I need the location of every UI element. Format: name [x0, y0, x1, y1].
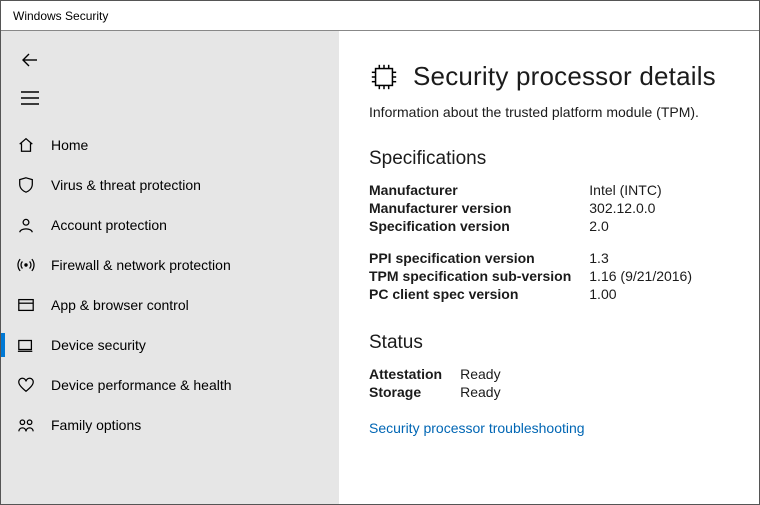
sidebar-item-label: App & browser control: [51, 297, 189, 313]
sidebar-item-family[interactable]: Family options: [1, 405, 339, 445]
sidebar-item-device-security[interactable]: Device security: [1, 325, 339, 365]
shield-icon: [17, 176, 51, 194]
firewall-icon: [17, 256, 51, 274]
home-icon: [17, 136, 51, 154]
specifications-heading: Specifications: [369, 148, 739, 170]
spec-key: Manufacturer: [369, 182, 589, 200]
account-icon: [17, 216, 51, 234]
page-header: Security processor details: [369, 61, 739, 92]
sidebar-item-label: Home: [51, 137, 88, 153]
window: Windows Security: [0, 0, 760, 505]
sidebar-item-home[interactable]: Home: [1, 125, 339, 165]
table-row: Specification version2.0: [369, 218, 710, 236]
status-value: Ready: [460, 384, 518, 402]
spec-key: Manufacturer version: [369, 200, 589, 218]
table-row: Manufacturer version302.12.0.0: [369, 200, 710, 218]
device-security-icon: [17, 336, 51, 354]
table-row: ManufacturerIntel (INTC): [369, 182, 710, 200]
table-row: AttestationReady: [369, 366, 519, 384]
table-row: PPI specification version1.3: [369, 250, 710, 268]
sidebar-item-label: Family options: [51, 417, 141, 433]
spec-value: 1.00: [589, 286, 710, 304]
content-area: Security processor details Information a…: [339, 31, 759, 504]
nav-spacer: [1, 117, 339, 125]
status-key: Attestation: [369, 366, 460, 384]
table-row: TPM specification sub-version1.16 (9/21/…: [369, 268, 710, 286]
status-section: Status AttestationReady StorageReady Sec…: [369, 332, 739, 436]
sidebar-item-label: Device performance & health: [51, 377, 232, 393]
sidebar-item-app-browser[interactable]: App & browser control: [1, 285, 339, 325]
family-icon: [17, 416, 51, 434]
status-table: AttestationReady StorageReady: [369, 366, 519, 402]
back-arrow-icon: [19, 50, 41, 70]
sidebar-item-performance[interactable]: Device performance & health: [1, 365, 339, 405]
troubleshooting-link[interactable]: Security processor troubleshooting: [369, 420, 585, 436]
specifications-table: ManufacturerIntel (INTC) Manufacturer ve…: [369, 182, 710, 304]
sidebar-item-virus[interactable]: Virus & threat protection: [1, 165, 339, 205]
table-row: StorageReady: [369, 384, 519, 402]
status-heading: Status: [369, 332, 739, 354]
spec-key: Specification version: [369, 218, 589, 236]
spec-key: PPI specification version: [369, 250, 589, 268]
sidebar-item-label: Firewall & network protection: [51, 257, 231, 273]
spec-key: TPM specification sub-version: [369, 268, 589, 286]
window-body: Home Virus & threat protection Account p…: [1, 31, 759, 504]
table-row: PC client spec version1.00: [369, 286, 710, 304]
heart-icon: [17, 376, 51, 394]
hamburger-button[interactable]: [1, 79, 339, 117]
spec-value: Intel (INTC): [589, 182, 710, 200]
table-spacer: [369, 236, 710, 250]
hamburger-icon: [19, 91, 41, 105]
back-button[interactable]: [1, 41, 339, 79]
sidebar-item-label: Device security: [51, 337, 146, 353]
window-title: Windows Security: [13, 9, 108, 23]
processor-chip-icon: [369, 62, 399, 92]
spec-key: PC client spec version: [369, 286, 589, 304]
status-key: Storage: [369, 384, 460, 402]
sidebar: Home Virus & threat protection Account p…: [1, 31, 339, 504]
spec-value: 2.0: [589, 218, 710, 236]
spec-value: 1.3: [589, 250, 710, 268]
page-subtitle: Information about the trusted platform m…: [369, 104, 739, 120]
spec-value: 1.16 (9/21/2016): [589, 268, 710, 286]
sidebar-item-label: Account protection: [51, 217, 167, 233]
spec-value: 302.12.0.0: [589, 200, 710, 218]
sidebar-item-firewall[interactable]: Firewall & network protection: [1, 245, 339, 285]
page-title: Security processor details: [413, 61, 716, 92]
window-titlebar: Windows Security: [1, 1, 759, 31]
sidebar-item-account[interactable]: Account protection: [1, 205, 339, 245]
sidebar-item-label: Virus & threat protection: [51, 177, 201, 193]
status-value: Ready: [460, 366, 518, 384]
app-browser-icon: [17, 296, 51, 314]
